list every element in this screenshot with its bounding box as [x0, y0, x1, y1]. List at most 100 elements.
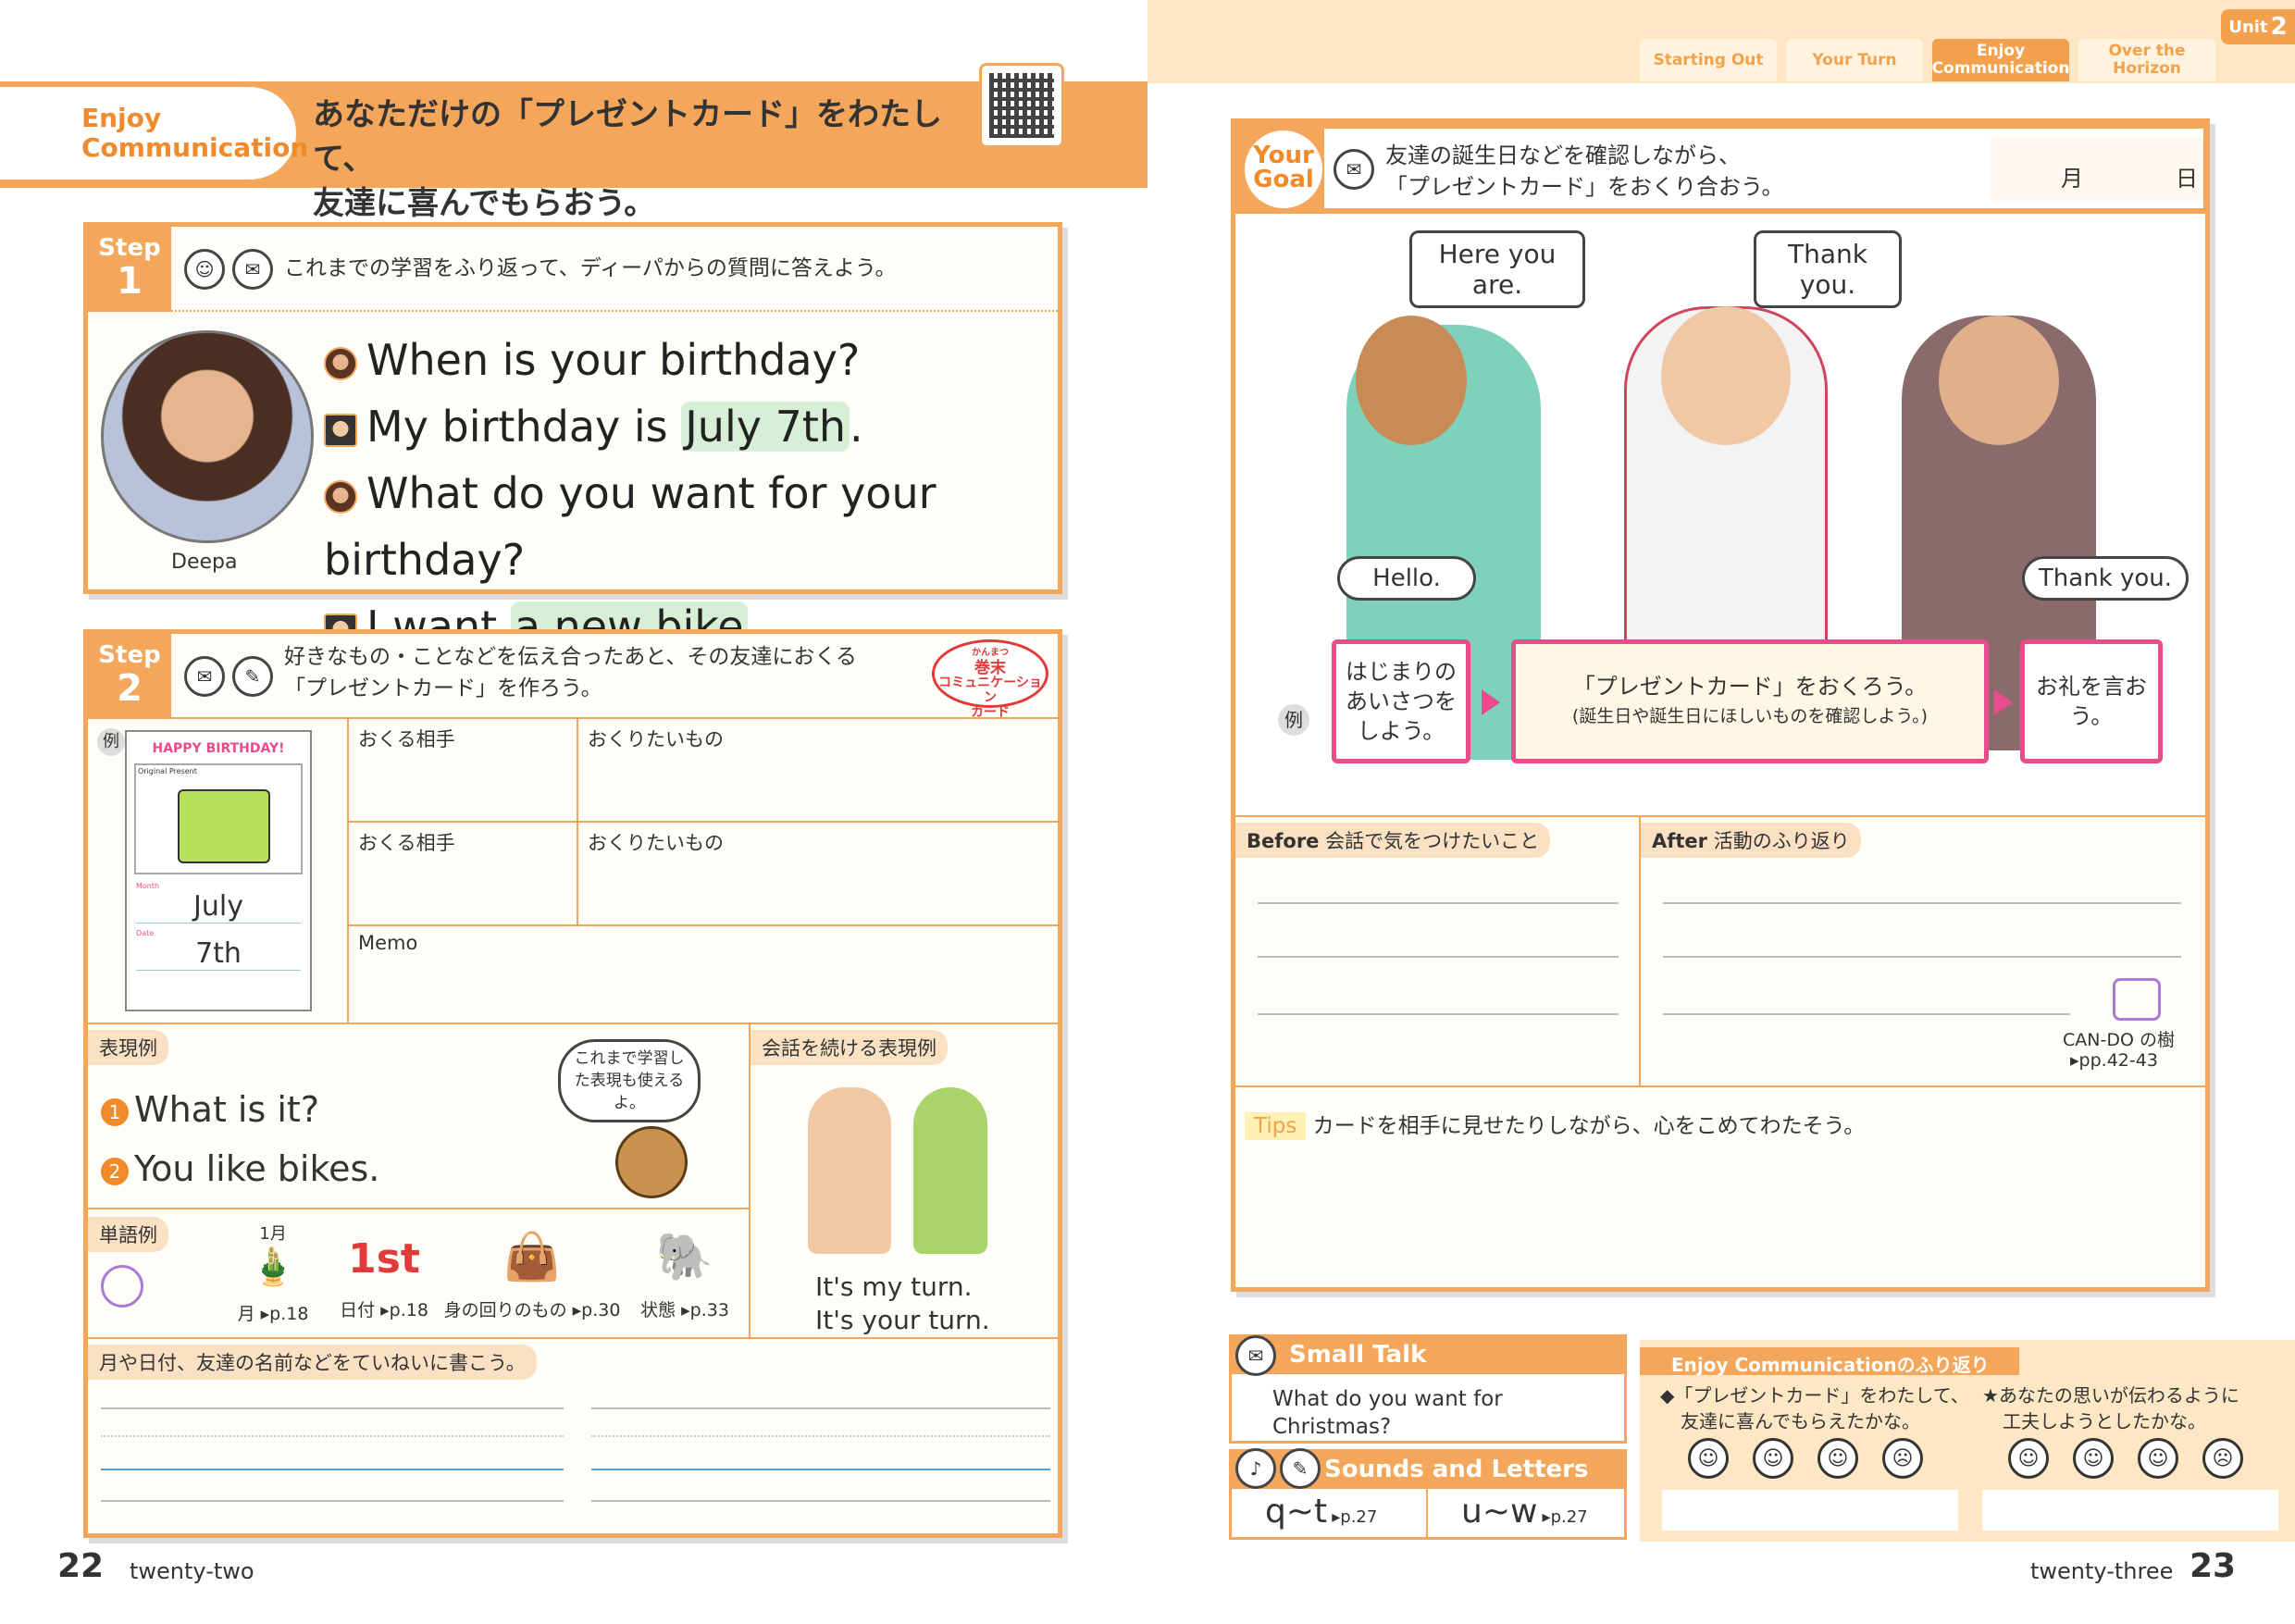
girl-face [1356, 316, 1467, 445]
goal-text: 友達の誕生日などを確認しながら、 「プレゼントカード」をおくり合おう。 [1385, 143, 1784, 200]
step2-panel: Step 2 ✉ ✎ 好きなもの・ことなどを伝え合ったあと、その友達におくる 「プ… [83, 629, 1062, 1538]
elephant-icon: 🐘 [655, 1230, 714, 1283]
review-box: Enjoy Communicationのふり返り ◆「プレゼントカード」をわたし… [1640, 1340, 2295, 1542]
example-card-area: 例 HAPPY BIRTHDAY! Original Present Month… [88, 719, 349, 1024]
chat-icon: ✉ [184, 656, 225, 697]
review-q1: ◆「プレゼントカード」をわたして、 友達に喜んでもらえたかな。 [1660, 1384, 1969, 1432]
sounds-box: Sounds and Letters ♪ ✎ q~t ▸p.27 u~w ▸p.… [1229, 1448, 1627, 1540]
page-word-right: twenty-three [2030, 1558, 2174, 1584]
sounds-item[interactable]: u~w ▸p.27 [1428, 1489, 1624, 1537]
write-area[interactable]: 月や日付、友達の名前などをていねいに書こう。 [88, 1339, 1058, 1533]
before-box[interactable]: Before 会話で気をつけたいこと [1235, 817, 1641, 1085]
speech-thank-you-2: Thank you. [2022, 556, 2189, 601]
boy-face [1661, 306, 1791, 445]
think-icon: ☺ [184, 249, 225, 290]
review-q2: ★あなたの思いが伝わるように 工夫しようとしたかな。 [1982, 1384, 2239, 1432]
expressions-label: 表現例 [88, 1030, 168, 1065]
card-picture: Original Present [134, 763, 303, 874]
write-line[interactable] [591, 1500, 1050, 1502]
divider [1235, 1085, 2205, 1087]
word-month: 1月 🎍 月 ▸p.18 [213, 1221, 333, 1325]
dictionary-icon[interactable] [2113, 978, 2161, 1021]
section-pill: Enjoy Communication [0, 87, 309, 180]
date-field[interactable]: 月 日 [1991, 136, 2203, 201]
words-label: 単語例 [88, 1217, 168, 1252]
small-talk-box: Small Talk ✉ What do you want for Christ… [1229, 1334, 1627, 1444]
scene-area: Here you are. Thank you. Hello. Thank yo… [1235, 214, 2205, 815]
small-talk-title: Small Talk [1232, 1337, 1624, 1374]
sounds-item[interactable]: q~t ▸p.27 [1232, 1489, 1428, 1537]
review-answer-1[interactable] [1662, 1490, 1958, 1531]
chat-icon: ✉ [232, 249, 273, 290]
page-number-right: 23 [2190, 1547, 2237, 1585]
tab-your-turn[interactable]: Your Turn [1786, 39, 1923, 81]
your-goal-panel: Your Goal ✉ 友達の誕生日などを確認しながら、 「プレゼントカード」をお… [1231, 118, 2210, 1292]
communication-card-badge: かんまつ 巻末 コミュニケーション カード [932, 639, 1048, 720]
recipient-field-2[interactable]: おくる相手 [349, 823, 578, 926]
bag-icon: 👜 [502, 1230, 562, 1283]
example-label: 例 [1278, 704, 1309, 736]
tips-row: Tips カードを相手に見せたりしながら、心をこめてわたそう。 [1245, 1108, 1865, 1140]
section-line1: Enjoy [81, 103, 162, 133]
section-line2: Communication [81, 132, 309, 163]
write-line[interactable] [101, 1500, 564, 1502]
tips-label: Tips [1245, 1112, 1307, 1140]
write-line[interactable] [101, 1407, 564, 1409]
card-banner: HAPPY BIRTHDAY! [152, 741, 285, 756]
face-very-happy-icon[interactable]: ☺ [1688, 1438, 1729, 1479]
card-date: 7th [136, 937, 301, 971]
speech-hello: Hello. [1337, 556, 1476, 601]
write-line[interactable] [591, 1407, 1050, 1409]
speech-here-you-are: Here you are. [1409, 230, 1585, 308]
step2-header: ✉ ✎ 好きなもの・ことなどを伝え合ったあと、その友達におくる 「プレゼントカー… [171, 634, 1058, 720]
kadomatsu-icon: 🎍 [250, 1246, 296, 1288]
goal-badge: Your Goal [1245, 130, 1322, 208]
tab-starting-out[interactable]: Starting Out [1640, 39, 1777, 81]
review-answer-2[interactable] [1982, 1490, 2278, 1531]
face-happy-icon[interactable]: ☺ [1753, 1438, 1793, 1479]
boy2-illustration [913, 1087, 987, 1254]
write-line[interactable] [101, 1469, 564, 1470]
tab-over-the-horizon[interactable]: Over the Horizon [2078, 39, 2215, 81]
face-neutral-icon[interactable]: ☺ [2138, 1438, 2178, 1479]
continue-lines: It's my turn. It's your turn. [815, 1271, 990, 1335]
deepa-photo [101, 330, 314, 543]
step2-tag: Step 2 [88, 634, 171, 719]
qr-code[interactable] [979, 63, 1064, 148]
recipient-field-1[interactable]: おくる相手 [349, 719, 578, 823]
flow-step-thanks: お礼を言おう。 [2020, 639, 2163, 763]
step2-instruction: 好きなもの・ことなどを伝え合ったあと、その友達におくる 「プレゼントカード」を作… [284, 645, 857, 700]
step1-dialog: When is your birthday? My birthday is Ju… [324, 327, 1058, 660]
pencil-icon: ✎ [232, 656, 273, 697]
dialog-line: What do you want for your birthday? [324, 468, 937, 585]
gift-field-2[interactable]: おくりたいもの [578, 823, 1058, 926]
tab-enjoy-communication[interactable]: Enjoy Communication [1932, 39, 2069, 81]
face-very-happy-icon[interactable]: ☺ [2008, 1438, 2049, 1479]
expression-item: 2 You like bikes. [101, 1139, 379, 1198]
face-happy-icon[interactable]: ☺ [2073, 1438, 2114, 1479]
cando-pages: ▸pp.42-43 [2070, 1050, 2158, 1071]
pencil-icon: ✎ [1280, 1448, 1321, 1489]
face-neutral-icon[interactable]: ☺ [1817, 1438, 1858, 1479]
page-word-left: twenty-two [130, 1558, 254, 1584]
small-talk-question: What do you want for Christmas? [1272, 1387, 1503, 1439]
word-date: 1st 日付 ▸p.18 [340, 1235, 428, 1320]
face-sad-icon[interactable]: ☹ [1882, 1438, 1923, 1479]
memo-field[interactable]: Memo [349, 926, 1058, 1024]
title-line1: あなただけの「プレゼントカード」をわたして、 [313, 96, 942, 178]
face-sad-icon[interactable]: ☹ [2202, 1438, 2243, 1479]
gift-field-1[interactable]: おくりたいもの [578, 719, 1058, 823]
write-line [101, 1435, 564, 1437]
write-line[interactable] [591, 1469, 1050, 1470]
page-title: あなただけの「プレゼントカード」をわたして、 友達に喜んでもらおう。 [313, 93, 979, 226]
word-state: 🐘 状態 ▸p.33 [625, 1221, 745, 1321]
card-month: July [136, 890, 301, 924]
write-line [591, 1435, 1050, 1437]
student-avatar [324, 413, 357, 447]
page-number-left: 22 [57, 1547, 105, 1585]
flow-arrow [1994, 689, 2013, 715]
after-box[interactable]: After 活動のふり返り CAN-DO の樹 ▸pp.42-43 [1641, 817, 2205, 1085]
dictionary-icon[interactable] [101, 1265, 143, 1308]
boy-illustration [808, 1087, 891, 1254]
unit-badge: Unit 2 [2221, 9, 2295, 44]
